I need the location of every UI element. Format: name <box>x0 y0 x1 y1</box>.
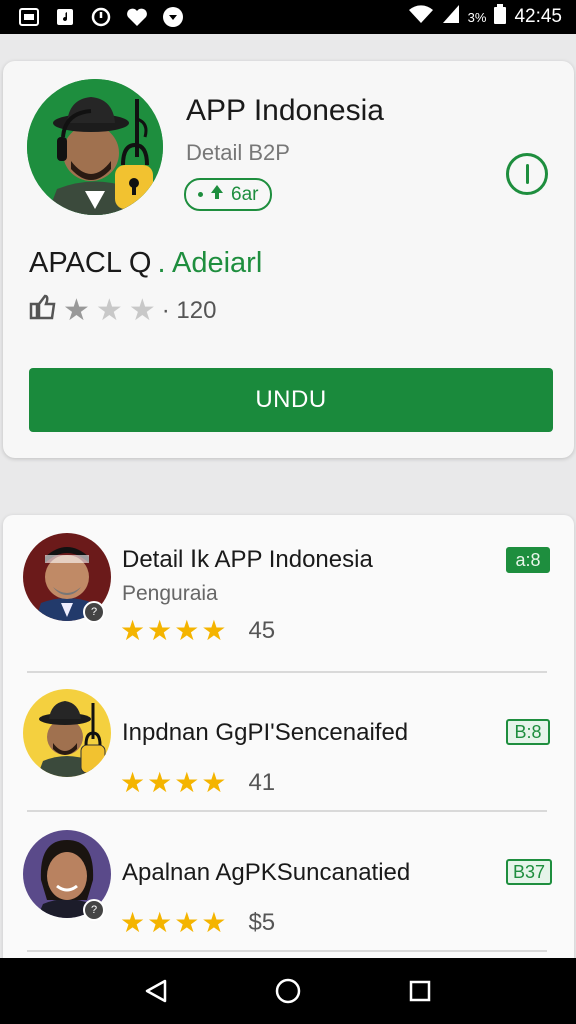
verified-badge-icon: ? <box>83 899 105 921</box>
home-icon[interactable] <box>268 971 308 1011</box>
signal-icon <box>442 4 460 30</box>
thumbs-icon <box>29 294 57 327</box>
chip-dot-icon <box>198 192 203 197</box>
rating-star-icon: ★ <box>63 293 90 327</box>
info-button[interactable] <box>506 153 548 195</box>
star-icon: ★ <box>174 615 200 646</box>
star-icon: ★ <box>120 615 146 646</box>
heart-icon <box>126 6 148 28</box>
list-item-subtitle: Penguraia <box>122 582 218 605</box>
gallery-icon <box>18 6 40 28</box>
app-avatar <box>27 79 163 215</box>
star-icon: ★ <box>120 907 146 938</box>
verified-badge-icon: ? <box>83 601 105 623</box>
list-item-tag: a:8 <box>506 547 550 573</box>
list-item-rating: ★ ★ ★ ★ 41 <box>120 769 275 797</box>
app-title: APP Indonesia <box>186 94 384 127</box>
star-icon: ★ <box>174 907 200 938</box>
battery-percent: 3% <box>467 9 487 25</box>
list-item-tag: B:8 <box>506 719 550 745</box>
list-item-avatar <box>23 689 111 777</box>
wifi-icon <box>408 4 434 30</box>
arrow-up-icon <box>209 184 225 206</box>
rating-value: 41 <box>248 769 276 796</box>
star-icon: ★ <box>201 767 227 798</box>
rating-count: · 120 <box>161 296 217 324</box>
chip-label: 6ar <box>231 183 259 205</box>
star-icon: ★ <box>174 767 200 798</box>
related-apps-list: ? Detail Ⅰk APP Indonesia Penguraia ★ ★ … <box>3 515 574 975</box>
rating-star-icon: ★ <box>128 293 156 327</box>
alarm-icon <box>90 6 112 28</box>
rating-star-icon: ★ <box>95 293 123 327</box>
developer-name-main: APACL Q <box>29 247 152 279</box>
app-hero-card: APP Indonesia Detail B2P 6ar APACL Q . A… <box>3 61 574 458</box>
list-item[interactable]: ? Detail Ⅰk APP Indonesia Penguraia ★ ★ … <box>3 515 574 655</box>
star-icon: ★ <box>120 767 146 798</box>
divider <box>27 950 547 952</box>
update-chip[interactable]: 6ar <box>184 178 273 211</box>
clock: 42:45 <box>514 6 562 27</box>
status-bar: 3% 42:45 <box>0 0 576 34</box>
star-icon: ★ <box>147 907 173 938</box>
divider <box>27 810 547 812</box>
list-item-title: Inpdnan GgPI'Sencenaifed <box>122 719 409 746</box>
navigation-bar <box>0 958 576 1024</box>
list-item-title: Detail Ⅰk APP Indonesia <box>122 546 373 573</box>
developer-name: APACL Q . Adeiarl <box>29 247 262 280</box>
rating-value: $5 <box>248 909 276 936</box>
recents-icon[interactable] <box>400 971 440 1011</box>
rating-value: 45 <box>248 617 276 644</box>
list-item[interactable]: Inpdnan GgPI'Sencenaifed ★ ★ ★ ★ 41 B:8 <box>3 673 574 813</box>
back-icon[interactable] <box>136 971 176 1011</box>
list-item-rating: ★ ★ ★ ★ 45 <box>120 617 275 645</box>
list-item-rating: ★ ★ ★ ★ $5 <box>120 909 275 937</box>
developer-name-accent[interactable]: . Adeiarl <box>158 247 263 280</box>
battery-icon <box>494 4 507 30</box>
star-icon: ★ <box>201 615 227 646</box>
star-icon: ★ <box>147 615 173 646</box>
install-button[interactable]: UNDU <box>29 368 553 432</box>
music-icon <box>54 6 76 28</box>
app-subtitle: Detail B2P <box>186 140 290 165</box>
info-icon <box>525 164 529 184</box>
list-item[interactable]: ? Apalnan AgPKSuncanatied ★ ★ ★ ★ $5 B37 <box>3 813 574 953</box>
star-icon: ★ <box>147 767 173 798</box>
app-rating: ★ ★ ★ · 120 <box>29 294 216 327</box>
star-icon: ★ <box>201 907 227 938</box>
list-item-title: Apalnan AgPKSuncanatied <box>122 859 411 886</box>
location-icon <box>162 6 184 28</box>
list-item-tag: B37 <box>506 859 553 885</box>
